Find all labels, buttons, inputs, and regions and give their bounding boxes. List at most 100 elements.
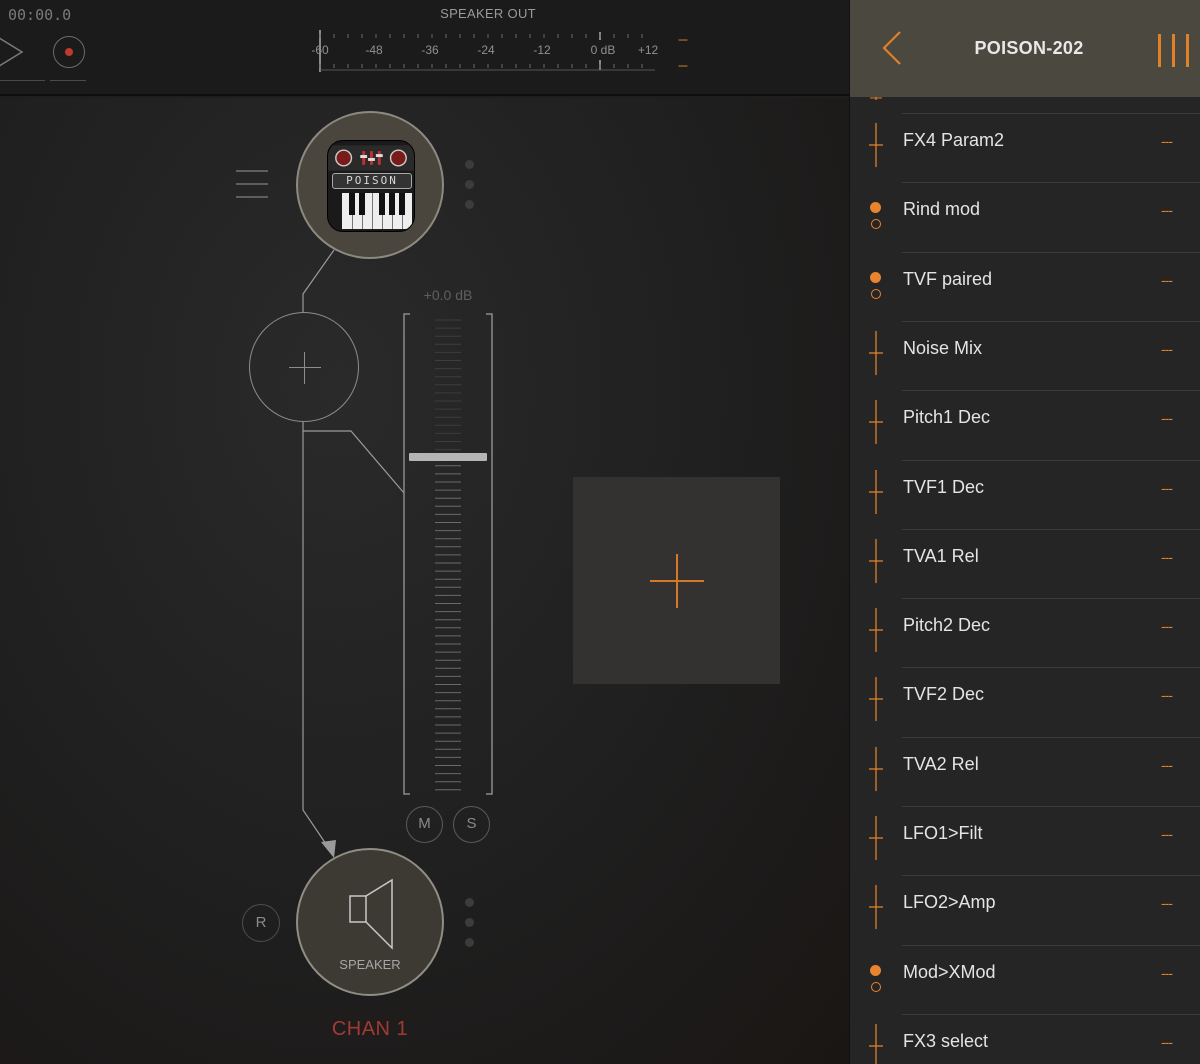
param-row[interactable]: TVF paired --- xyxy=(850,251,1200,321)
transport-time: 00:00.0 xyxy=(8,6,72,24)
row-divider xyxy=(902,390,1200,392)
slider-indicator-icon[interactable] xyxy=(868,677,884,722)
slider-indicator-icon[interactable] xyxy=(868,608,884,653)
param-row[interactable]: FX3 select --- xyxy=(850,1013,1200,1064)
meter-label: -24 xyxy=(477,43,495,57)
slider-indicator-icon[interactable] xyxy=(868,746,884,791)
param-name: Mod>XMod xyxy=(903,961,996,982)
param-name: FX4 Param2 xyxy=(903,130,1005,150)
speaker-output-node[interactable]: SPEAKER xyxy=(296,848,444,996)
gain-readout: +0.0 dB xyxy=(423,287,473,303)
row-divider xyxy=(902,875,1200,877)
param-name: FX3 select xyxy=(903,1030,989,1051)
fader-track xyxy=(403,313,493,795)
param-value: --- xyxy=(1161,826,1173,842)
param-value: --- xyxy=(1161,756,1173,773)
record-arm-button[interactable]: R xyxy=(242,904,280,942)
toggle-indicator-icon[interactable] xyxy=(869,271,883,302)
param-row[interactable]: TVF1 Dec --- xyxy=(850,459,1200,529)
instrument-node-dots[interactable] xyxy=(465,160,475,220)
panel-title: POISON-202 xyxy=(974,38,1084,58)
param-value: --- xyxy=(1161,479,1173,496)
param-name: TVF1 Dec xyxy=(903,476,985,497)
slider-indicator-icon[interactable] xyxy=(868,538,884,583)
param-name: Noise Mix xyxy=(903,337,983,358)
param-name: Rind mod xyxy=(903,199,981,220)
logo-keyboard xyxy=(342,193,412,229)
poison-logo-icon: POISON xyxy=(327,140,415,232)
slider-indicator-icon[interactable] xyxy=(868,123,884,167)
channel-name[interactable]: CHAN 1 xyxy=(296,1018,444,1041)
panel-menu-icon[interactable] xyxy=(1158,34,1192,68)
param-row[interactable]: TVF2 Dec --- xyxy=(850,667,1200,736)
param-name: Pitch2 Dec xyxy=(903,615,991,636)
row-divider xyxy=(902,113,1200,114)
volume-fader[interactable] xyxy=(403,312,493,796)
param-value: --- xyxy=(1161,271,1173,288)
solo-button[interactable]: S xyxy=(453,806,490,843)
speaker-icon xyxy=(349,878,393,950)
peak-left: --- xyxy=(678,32,688,46)
toggle-indicator-icon[interactable] xyxy=(869,202,883,232)
param-row[interactable]: TVA1 Rel --- xyxy=(850,528,1200,598)
add-effect-button[interactable] xyxy=(249,312,359,422)
meter-label: -60 xyxy=(311,43,329,57)
slider-indicator-icon[interactable] xyxy=(868,816,884,860)
row-divider xyxy=(902,736,1200,738)
meter-label: +12 xyxy=(637,43,659,57)
instrument-node[interactable]: POISON xyxy=(296,111,444,259)
slider-indicator-icon[interactable] xyxy=(868,400,884,445)
mute-button[interactable]: M xyxy=(406,806,443,843)
logo-knobs xyxy=(328,145,414,171)
scrolled-row-indicator xyxy=(870,97,882,100)
row-divider xyxy=(902,667,1200,669)
meter-label: 0 dB xyxy=(590,43,616,57)
param-row[interactable]: Pitch1 Dec --- xyxy=(850,390,1200,459)
param-value: --- xyxy=(1161,687,1173,704)
param-value: --- xyxy=(1161,548,1173,565)
patch-canvas[interactable]: POISON +0.0 dB M S R SPEAKER CHAN 1 xyxy=(0,98,849,1064)
param-row[interactable]: Rind mod --- xyxy=(850,182,1200,251)
play-icon[interactable] xyxy=(0,34,24,70)
param-row[interactable]: TVA2 Rel --- xyxy=(850,736,1200,806)
param-row[interactable]: Pitch2 Dec --- xyxy=(850,598,1200,667)
parameter-panel: POISON-202 FX4 Param2 --- Rind mod --- TVF p… xyxy=(849,0,1200,1064)
panel-header: POISON-202 xyxy=(850,0,1200,97)
add-channel-button[interactable] xyxy=(573,477,780,684)
param-row[interactable]: Noise Mix --- xyxy=(850,320,1200,390)
meter-label: -48 xyxy=(365,43,383,57)
param-name: Pitch1 Dec xyxy=(903,407,991,428)
meter-label: -12 xyxy=(533,43,551,57)
param-value: --- xyxy=(1161,895,1173,912)
record-button[interactable] xyxy=(53,36,85,68)
toggle-indicator-icon[interactable] xyxy=(869,964,883,995)
fader-thumb[interactable] xyxy=(409,453,487,462)
param-value: --- xyxy=(1161,410,1173,427)
record-dot-icon xyxy=(65,48,73,56)
row-divider xyxy=(902,182,1200,184)
channel-menu-icon[interactable] xyxy=(236,170,268,202)
slider-indicator-icon[interactable] xyxy=(868,469,884,514)
speaker-node-dots[interactable] xyxy=(465,898,475,958)
slider-indicator-icon[interactable] xyxy=(868,330,884,375)
row-divider xyxy=(902,944,1200,946)
param-value: --- xyxy=(1161,618,1173,635)
meter-title: SPEAKER OUT xyxy=(440,6,536,21)
param-row[interactable]: FX4 Param2 --- xyxy=(850,113,1200,182)
param-row[interactable]: LFO1>Filt --- xyxy=(850,806,1200,875)
slider-indicator-icon[interactable] xyxy=(868,885,884,930)
logo-text: POISON xyxy=(332,173,412,189)
transport-underline xyxy=(50,80,86,81)
slider-indicator-icon[interactable] xyxy=(868,1023,884,1064)
meter-label: -36 xyxy=(421,43,439,57)
row-divider xyxy=(902,806,1200,807)
param-row[interactable]: LFO2>Amp --- xyxy=(850,875,1200,944)
back-chevron-icon[interactable] xyxy=(880,30,904,66)
param-row[interactable]: Mod>XMod --- xyxy=(850,944,1200,1014)
param-value: --- xyxy=(1161,133,1173,149)
param-name: TVF paired xyxy=(903,268,993,289)
meter-scale xyxy=(319,30,655,72)
param-value: --- xyxy=(1161,964,1173,981)
param-name: TVA1 Rel xyxy=(903,545,979,566)
transport-underline xyxy=(0,80,45,81)
